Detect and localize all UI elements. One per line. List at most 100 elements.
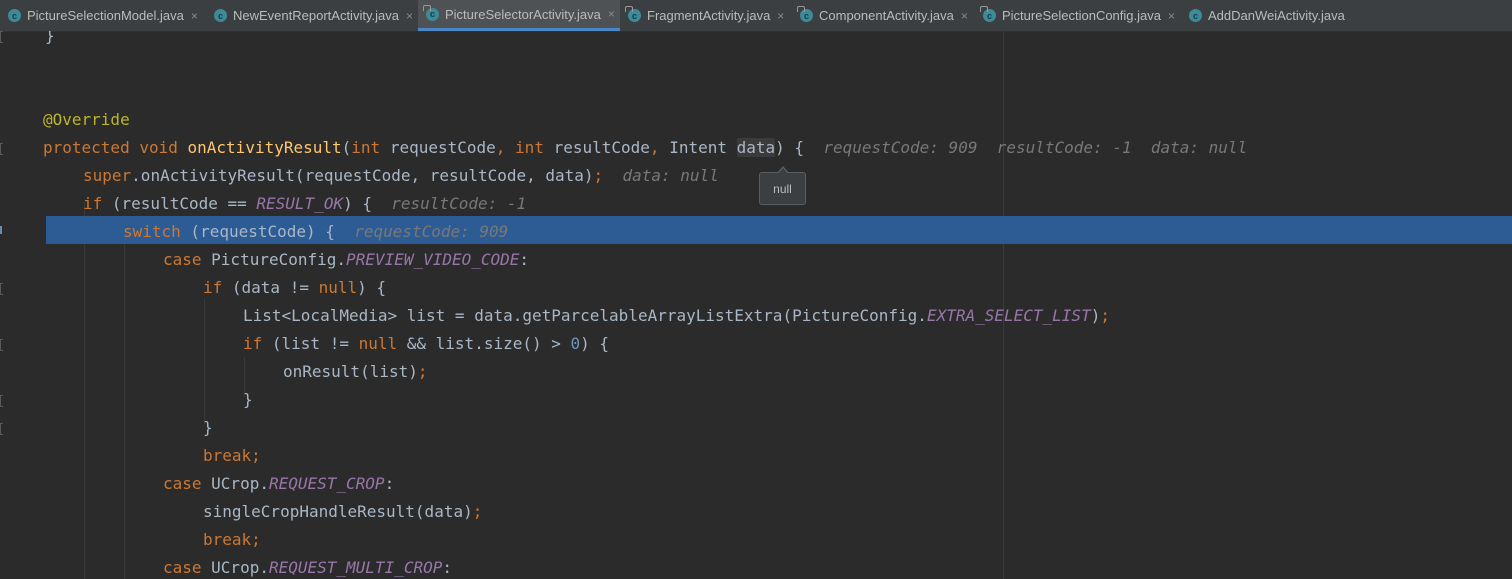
keyword: break <box>203 446 252 465</box>
tab-label: ComponentActivity.java <box>819 8 954 23</box>
tab-label: AddDanWeiActivity.java <box>1208 8 1345 23</box>
close-icon[interactable]: × <box>406 9 413 23</box>
debug-value-tooltip: null <box>759 166 806 205</box>
fold-marker-icon[interactable] <box>0 423 3 435</box>
semicolon: ; <box>251 446 261 465</box>
paren: ) { <box>580 334 610 353</box>
code-line: singleCropHandleResult(data); <box>203 498 482 526</box>
expression: (data != <box>222 278 319 297</box>
fold-marker-icon[interactable] <box>0 143 3 155</box>
keyword: case <box>163 250 202 269</box>
indent-guide <box>124 244 125 579</box>
inline-debug-values: requestCode: 909 resultCode: -1 data: nu… <box>823 138 1248 157</box>
comma: , <box>495 138 516 157</box>
fold-marker-icon[interactable] <box>0 339 3 351</box>
code-line: } <box>243 386 253 414</box>
keyword: super <box>83 166 132 185</box>
java-class-locked-icon: c <box>423 4 439 21</box>
java-class-locked-icon: c <box>980 6 996 22</box>
type-name: Intent <box>669 138 737 157</box>
statement: .onActivityResult(requestCode, resultCod… <box>131 166 594 185</box>
close-icon[interactable]: × <box>608 7 615 21</box>
semicolon: ; <box>417 362 428 381</box>
override-annotation: @Override <box>43 110 130 129</box>
hovered-variable-data[interactable]: data <box>736 138 776 157</box>
method-call: singleCropHandleResult(data) <box>203 502 473 521</box>
tab-picture-selection-model[interactable]: c PictureSelectionModel.java × <box>0 0 206 31</box>
java-class-locked-icon: c <box>625 6 641 22</box>
number: 0 <box>570 334 581 353</box>
code-line: if (data != null) { <box>203 274 386 302</box>
keyword: if <box>203 278 223 297</box>
code-editor[interactable]: } @Override protected void onActivityRes… <box>0 31 1512 579</box>
constant: REQUEST_MULTI_CROP <box>268 558 443 577</box>
indent-guide <box>84 201 85 579</box>
expression: (requestCode) { <box>180 222 335 241</box>
fold-marker-icon[interactable] <box>0 395 3 407</box>
code-line-current-execution: switch (requestCode) { requestCode: 909 <box>123 218 508 246</box>
fold-marker-icon[interactable] <box>0 31 3 43</box>
brace: } <box>45 31 55 45</box>
java-class-icon: c <box>214 9 227 22</box>
tab-component-activity[interactable]: c ComponentActivity.java × <box>792 0 975 31</box>
code-line: if (list != null && list.size() > 0) { <box>243 330 609 358</box>
brace: } <box>243 390 253 409</box>
statement: List<LocalMedia> list = data.getParcelab… <box>243 306 927 325</box>
semicolon: ; <box>251 530 261 549</box>
code-line: } <box>203 414 213 442</box>
keyword: null <box>358 334 398 353</box>
indent-guide <box>204 299 205 425</box>
colon: : <box>442 558 452 577</box>
tab-picture-selector-activity[interactable]: c PictureSelectorActivity.java × <box>418 0 620 31</box>
code-line-method-signature: protected void onActivityResult(int requ… <box>43 134 1247 162</box>
inline-debug-values: requestCode: 909 <box>354 222 509 241</box>
code-line: if (resultCode == RESULT_OK) { resultCod… <box>83 190 526 218</box>
class-name: UCrop. <box>201 474 269 493</box>
class-name: PictureConfig. <box>201 250 347 269</box>
method-call: onResult(list) <box>283 362 418 381</box>
class-name: UCrop. <box>201 558 269 577</box>
code-line: } <box>45 31 55 50</box>
paren: ) { <box>357 278 387 297</box>
tab-add-dan-wei-activity[interactable]: c AddDanWeiActivity.java <box>1181 0 1361 31</box>
keyword: int <box>351 138 381 157</box>
semicolon: ; <box>593 166 604 185</box>
expression: && list.size() > <box>397 334 571 353</box>
param: requestCode <box>380 138 496 157</box>
semicolon: ; <box>1100 306 1110 325</box>
code-line: case UCrop.REQUEST_MULTI_CROP: <box>163 554 452 579</box>
code-line: super.onActivityResult(requestCode, resu… <box>83 162 719 190</box>
keyword: int <box>515 138 544 157</box>
code-line: break; <box>203 526 261 554</box>
close-icon[interactable]: × <box>1168 9 1175 23</box>
brace: } <box>203 418 213 437</box>
java-class-icon: c <box>8 9 21 22</box>
semicolon: ; <box>472 502 483 521</box>
tab-label: PictureSelectionConfig.java <box>1002 8 1161 23</box>
tab-label: PictureSelectorActivity.java <box>445 6 601 22</box>
tab-new-event-report-activity[interactable]: c NewEventReportActivity.java × <box>206 0 418 31</box>
colon: : <box>519 250 530 269</box>
close-icon[interactable]: × <box>961 9 968 23</box>
close-icon[interactable]: × <box>777 9 784 23</box>
tab-fragment-activity[interactable]: c FragmentActivity.java × <box>620 0 792 31</box>
gutter <box>0 216 46 244</box>
keyword: break <box>203 530 252 549</box>
keyword: case <box>163 558 202 577</box>
keyword: if <box>243 334 263 353</box>
tooltip-text: null <box>773 181 792 196</box>
close-icon[interactable]: × <box>191 9 198 23</box>
keyword: if <box>83 194 103 213</box>
inline-debug-values: data: null <box>622 166 719 185</box>
constant: REQUEST_CROP <box>268 474 385 493</box>
editor-tab-bar: c PictureSelectionModel.java × c NewEven… <box>0 0 1512 32</box>
constant: PREVIEW_VIDEO_CODE <box>346 250 520 269</box>
code-line: case PictureConfig.PREVIEW_VIDEO_CODE: <box>163 246 529 274</box>
java-class-locked-icon: c <box>797 6 813 22</box>
fold-marker-icon[interactable] <box>0 283 3 295</box>
method-name: onActivityResult <box>187 138 342 157</box>
tab-picture-selection-config[interactable]: c PictureSelectionConfig.java × <box>975 0 1181 31</box>
constant: RESULT_OK <box>256 194 344 213</box>
colon: : <box>384 474 395 493</box>
execution-point-icon <box>0 226 2 234</box>
